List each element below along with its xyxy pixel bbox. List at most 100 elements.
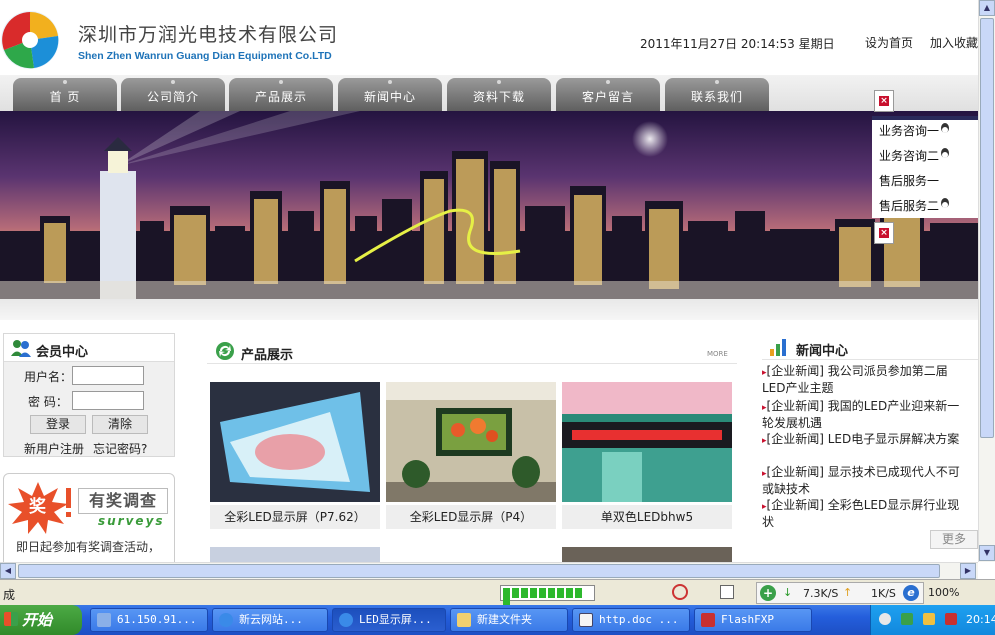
taskbar-item[interactable]: 61.150.91... bbox=[90, 608, 208, 632]
nav-tab-news[interactable]: 新闻中心 bbox=[338, 78, 442, 111]
nav-tab-label: 联系我们 bbox=[690, 90, 743, 104]
service-item-label: 售后服务一 bbox=[879, 174, 940, 188]
start-button[interactable]: 开始 bbox=[0, 605, 82, 635]
news-item[interactable]: ▸[企业新闻] 我国的LED产业迎来新一轮发展机遇 bbox=[762, 399, 962, 431]
product-label: 全彩LED显示屏（P4） bbox=[386, 505, 556, 529]
scroll-up-icon[interactable]: ▲ bbox=[979, 0, 995, 16]
company-name-cn: 深圳市万润光电技术有限公司 bbox=[78, 24, 339, 46]
nav-tab-home[interactable]: 首 页 bbox=[13, 78, 117, 111]
refresh-icon bbox=[216, 342, 234, 360]
products-more-link[interactable]: MORE bbox=[707, 350, 728, 358]
service-list: 业务咨询一 业务咨询二 售后服务一 售后服务二 bbox=[872, 116, 978, 218]
service-item[interactable]: 业务咨询一 bbox=[879, 122, 951, 139]
news-item[interactable]: ▸[企业新闻] LED电子显示屏解决方案 bbox=[762, 432, 962, 449]
tray-icon[interactable] bbox=[879, 613, 891, 625]
qq-icon bbox=[941, 123, 950, 133]
remote-desktop-icon bbox=[97, 613, 111, 627]
progress-segment bbox=[530, 588, 537, 598]
survey-subtitle: surveys bbox=[98, 514, 165, 528]
taskbar-item[interactable]: http.doc ... bbox=[572, 608, 690, 632]
taskbar-item[interactable]: 新建文件夹 bbox=[450, 608, 568, 632]
news-header: 新闻中心 bbox=[762, 334, 978, 360]
nav-tab-downloads[interactable]: 资料下载 bbox=[447, 78, 551, 111]
vertical-scrollbar[interactable]: ▲ ▼ bbox=[978, 0, 995, 562]
service-item[interactable]: 售后服务二 bbox=[879, 197, 951, 214]
product-card[interactable]: 全彩LED显示屏（P7.62） bbox=[210, 382, 380, 529]
plus-icon[interactable]: + bbox=[760, 585, 776, 601]
company-name-en: Shen Zhen Wanrun Guang Dian Equipment Co… bbox=[78, 50, 332, 62]
qq-icon bbox=[941, 148, 950, 158]
products-header: 产品展示 MORE bbox=[207, 340, 737, 364]
progress-segment bbox=[548, 588, 555, 598]
taskbar-item-active[interactable]: LED显示屏... bbox=[332, 608, 446, 632]
page-icon bbox=[720, 585, 734, 599]
scroll-down-icon[interactable]: ▼ bbox=[979, 545, 995, 561]
security-icon[interactable] bbox=[672, 584, 688, 600]
survey-title: 有奖调查 bbox=[78, 488, 168, 514]
nav-tab-contact[interactable]: 联系我们 bbox=[665, 78, 769, 111]
download-arrow-icon: ↓ bbox=[783, 586, 793, 599]
news-item[interactable]: ▸[企业新闻] 全彩色LED显示屏行业现状 bbox=[762, 498, 962, 530]
service-item-label: 售后服务二 bbox=[879, 199, 940, 213]
service-item[interactable]: 业务咨询二 bbox=[879, 147, 951, 164]
current-datetime: 2011年11月27日 20:14:53 星期日 bbox=[640, 37, 835, 51]
ie-icon bbox=[339, 613, 353, 627]
nav-tab-label: 公司简介 bbox=[146, 90, 199, 104]
survey-banner[interactable]: 奖 有奖调查 surveys 即日起参加有奖调查活动， bbox=[3, 473, 175, 562]
antivirus-icon[interactable] bbox=[945, 613, 957, 625]
zoom-level[interactable]: 100% bbox=[928, 586, 959, 599]
nav-tab-messages[interactable]: 客户留言 bbox=[556, 78, 660, 111]
page-load-progress bbox=[500, 585, 595, 608]
taskbar-item[interactable]: FlashFXP bbox=[694, 608, 812, 632]
product-image bbox=[562, 382, 732, 502]
set-homepage-link[interactable]: 设为首页 bbox=[865, 34, 913, 51]
add-favorite-link[interactable]: 加入收藏 bbox=[930, 34, 978, 51]
main-nav: 首 页 公司简介 产品展示 新闻中心 资料下载 客户留言 联系我们 bbox=[0, 75, 978, 111]
vertical-scroll-thumb[interactable] bbox=[980, 18, 994, 438]
login-button[interactable]: 登录 bbox=[30, 415, 86, 434]
product-image bbox=[210, 382, 380, 502]
company-logo[interactable] bbox=[0, 6, 60, 72]
scroll-left-icon[interactable]: ◀ bbox=[0, 563, 16, 579]
progress-segment bbox=[557, 588, 564, 598]
news-more-button[interactable]: 更多 bbox=[930, 530, 978, 549]
password-input[interactable] bbox=[72, 391, 144, 410]
news-item-text: [企业新闻] 我公司派员参加第二届LED产业主题 bbox=[762, 364, 948, 395]
close-service-panel-bottom[interactable]: × bbox=[874, 222, 894, 244]
forgot-password-link[interactable]: 忘记密码? bbox=[93, 440, 147, 457]
survey-text: 即日起参加有奖调查活动， bbox=[16, 540, 161, 554]
upload-speed: 1K/S bbox=[871, 587, 896, 600]
nav-tab-label: 资料下载 bbox=[472, 90, 525, 104]
system-clock[interactable]: 20:14 bbox=[966, 613, 995, 626]
scroll-right-icon[interactable]: ▶ bbox=[960, 563, 976, 579]
news-item-text: [企业新闻] 我国的LED产业迎来新一轮发展机遇 bbox=[762, 399, 960, 430]
word-doc-icon bbox=[579, 613, 593, 627]
service-item[interactable]: 售后服务一 bbox=[879, 172, 939, 189]
member-login-panel: 会员中心 用户名： 密 码： 登录 清除 新用户注册 忘记密码? bbox=[3, 333, 175, 457]
news-item[interactable]: ▸[企业新闻] 我公司派员参加第二届LED产业主题 bbox=[762, 364, 962, 396]
horizontal-scroll-thumb[interactable] bbox=[18, 564, 940, 578]
register-link[interactable]: 新用户注册 bbox=[24, 440, 84, 457]
nav-tab-products[interactable]: 产品展示 bbox=[229, 78, 333, 111]
product-image-partial bbox=[210, 547, 380, 562]
nav-dot bbox=[497, 80, 501, 84]
ie-icon: e bbox=[903, 585, 919, 601]
network-icon[interactable] bbox=[923, 613, 935, 625]
news-item[interactable]: ▸[企业新闻] 显示技术已成现代人不可或缺技术 bbox=[762, 465, 962, 497]
survey-badge: 奖 bbox=[29, 497, 46, 517]
horizontal-scrollbar[interactable]: ◀ ▶ bbox=[0, 562, 978, 579]
system-tray: 20:14 bbox=[870, 605, 995, 635]
product-card[interactable]: 单双色LEDbhw5 bbox=[562, 382, 732, 529]
product-card[interactable]: 全彩LED显示屏（P4） bbox=[386, 382, 556, 529]
progress-segment bbox=[539, 588, 546, 598]
clear-button[interactable]: 清除 bbox=[92, 415, 148, 434]
close-service-panel-top[interactable]: × bbox=[874, 90, 894, 112]
shield-icon[interactable] bbox=[901, 613, 913, 625]
username-input[interactable] bbox=[72, 366, 144, 385]
upload-arrow-icon: ↑ bbox=[843, 586, 853, 599]
taskbar-item[interactable]: 新云网站... bbox=[212, 608, 328, 632]
products-title: 产品展示 bbox=[241, 348, 294, 363]
nav-tab-about[interactable]: 公司简介 bbox=[121, 78, 225, 111]
nav-dot bbox=[63, 80, 67, 84]
news-item-text: [企业新闻] LED电子显示屏解决方案 bbox=[766, 432, 960, 446]
